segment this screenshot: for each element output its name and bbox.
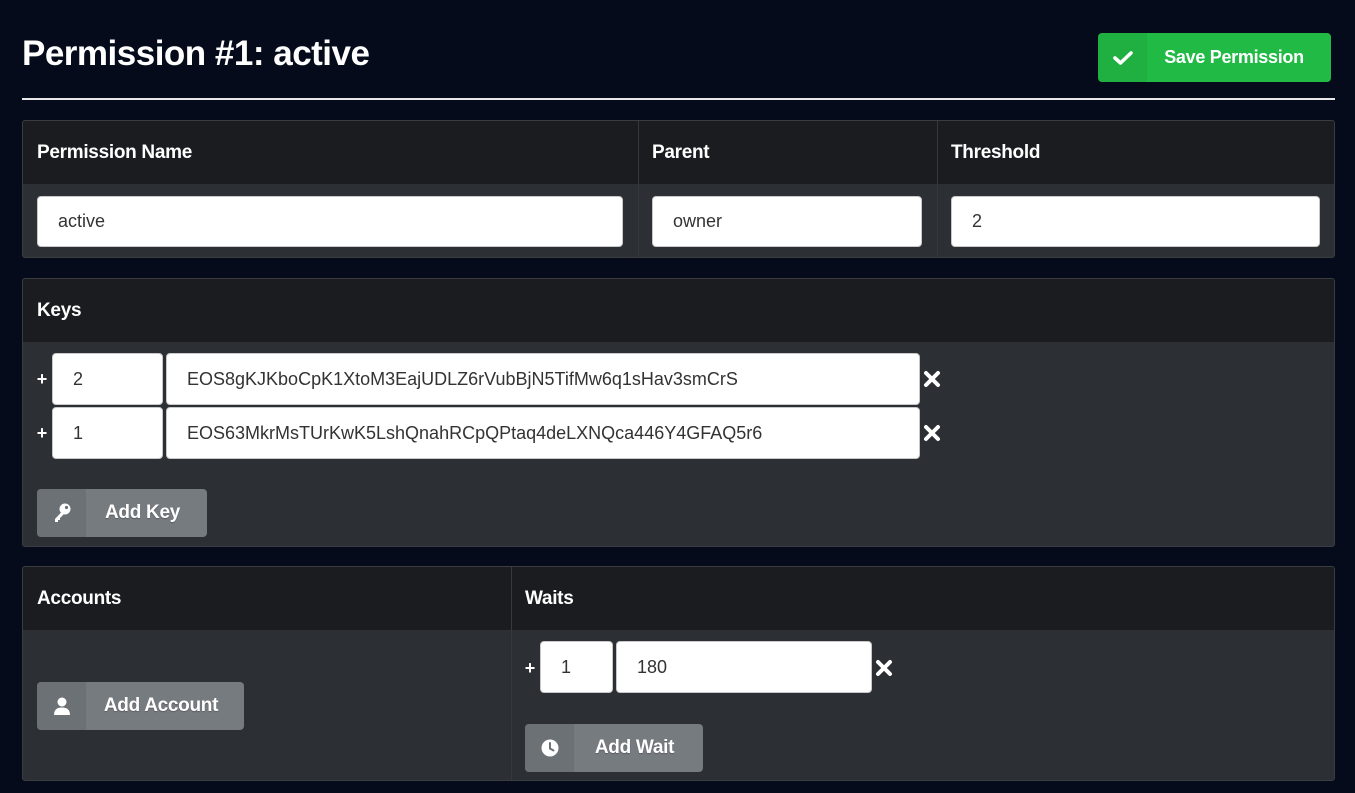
- wait-seconds-input[interactable]: 180: [616, 641, 872, 693]
- permission-name-header: Permission Name: [37, 141, 192, 163]
- keys-panel: Keys + 2 EOS8gKJKboCpK1XtoM3EajUDLZ6rVub…: [22, 278, 1335, 547]
- keys-panel-header: [23, 279, 1334, 342]
- add-account-button[interactable]: Add Account: [37, 682, 244, 730]
- accounts-waits-header: [23, 567, 1334, 630]
- key-weight-input[interactable]: 1: [52, 407, 163, 459]
- add-key-button[interactable]: Add Key: [37, 489, 207, 537]
- wait-row-plus: +: [524, 658, 536, 678]
- threshold-input[interactable]: 2: [951, 196, 1320, 247]
- waits-header: Waits: [525, 587, 574, 609]
- parent-header: Parent: [652, 141, 710, 163]
- close-x-icon[interactable]: [875, 659, 893, 677]
- wait-weight-input[interactable]: 1: [540, 641, 613, 693]
- page-title: Permission #1: active: [22, 34, 370, 73]
- user-icon: [37, 682, 86, 730]
- key-row-plus: +: [36, 423, 48, 443]
- close-x-icon[interactable]: [923, 370, 941, 388]
- accounts-header: Accounts: [37, 587, 122, 609]
- key-row-plus: +: [36, 369, 48, 389]
- threshold-header: Threshold: [951, 141, 1041, 163]
- page-header: Permission #1: active Save Permission: [22, 0, 1335, 100]
- parent-input[interactable]: owner: [652, 196, 922, 247]
- clock-icon: [525, 724, 574, 772]
- add-wait-label: Add Wait: [594, 737, 675, 758]
- permission-name-input[interactable]: active: [37, 196, 623, 247]
- permission-panel: Permission Name Parent Threshold active …: [22, 120, 1335, 258]
- key-icon: [37, 489, 86, 537]
- add-account-label: Add Account: [103, 695, 219, 716]
- key-weight-input[interactable]: 2: [52, 353, 163, 405]
- save-permission-label: Save Permission: [1164, 47, 1304, 67]
- accounts-waits-panel: Accounts Waits Add Account + 1 180 Add W…: [22, 566, 1335, 781]
- key-input[interactable]: EOS63MkrMsTUrKwK5LshQnahRCpQPtaq4deLXNQc…: [166, 407, 920, 459]
- add-key-label: Add Key: [105, 502, 180, 523]
- key-input[interactable]: EOS8gKJKboCpK1XtoM3EajUDLZ6rVubBjN5TifMw…: [166, 353, 920, 405]
- add-wait-button[interactable]: Add Wait: [525, 724, 703, 772]
- close-x-icon[interactable]: [923, 424, 941, 442]
- save-permission-button[interactable]: Save Permission: [1098, 33, 1331, 82]
- keys-header: Keys: [37, 299, 82, 321]
- check-icon: [1098, 33, 1147, 82]
